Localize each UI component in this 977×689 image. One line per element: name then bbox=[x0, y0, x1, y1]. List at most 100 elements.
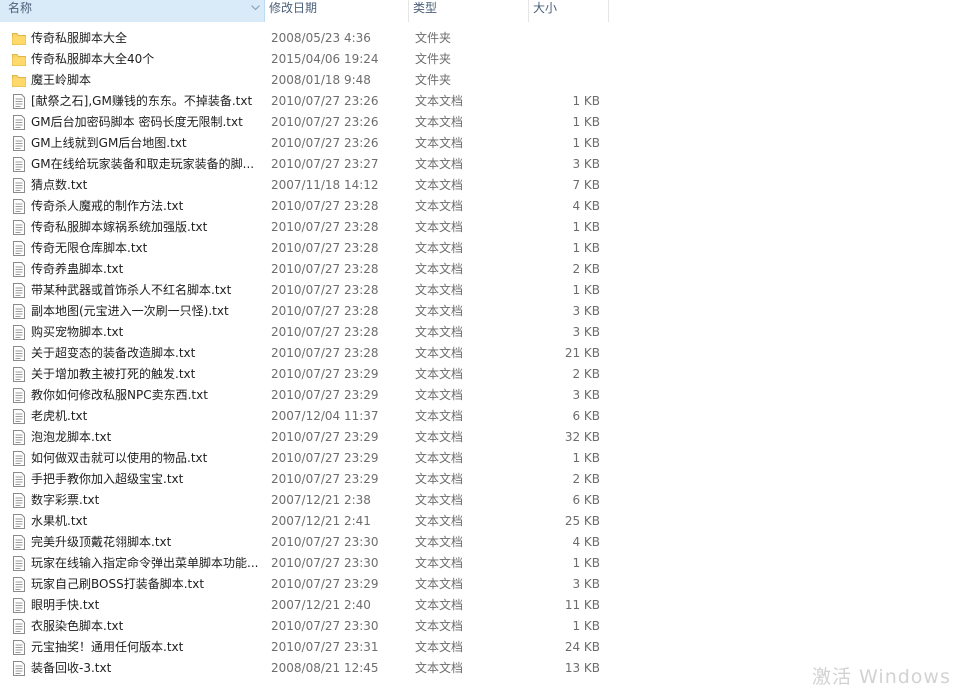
list-item[interactable]: 老虎机.txt 2007/12/04 11:37 文本文档 6 KB bbox=[0, 406, 977, 427]
list-item[interactable]: GM在线给玩家装备和取走玩家装备的脚... 2010/07/27 23:27 文本文… bbox=[0, 154, 977, 175]
file-name: 魔王岭脚本 bbox=[31, 73, 92, 87]
file-type: 文本文档 bbox=[415, 598, 464, 612]
list-item[interactable]: GM上线就到GM后台地图.txt 2010/07/27 23:26 文本文档 1 KB bbox=[0, 133, 977, 154]
file-date: 2010/07/27 23:30 bbox=[271, 535, 379, 549]
file-size: 6 KB bbox=[572, 493, 600, 507]
file-date: 2010/07/27 23:29 bbox=[271, 472, 379, 486]
file-date: 2010/07/27 23:27 bbox=[271, 157, 379, 171]
column-header-name-label: 名称 bbox=[8, 1, 33, 15]
file-size: 11 KB bbox=[564, 598, 600, 612]
text-file-icon bbox=[12, 94, 26, 109]
file-date: 2010/07/27 23:28 bbox=[271, 262, 379, 276]
file-date: 2010/07/27 23:28 bbox=[271, 346, 379, 360]
file-size: 32 KB bbox=[564, 430, 600, 444]
file-type: 文本文档 bbox=[415, 304, 464, 318]
file-size: 1 KB bbox=[572, 283, 600, 297]
text-file-icon bbox=[12, 325, 26, 340]
file-date: 2010/07/27 23:29 bbox=[271, 388, 379, 402]
list-item[interactable]: 玩家在线输入指定命令弹出菜单脚本功能... 2010/07/27 23:30 文本文… bbox=[0, 553, 977, 574]
list-item[interactable]: 传奇无限仓库脚本.txt 2010/07/27 23:28 文本文档 1 KB bbox=[0, 238, 977, 259]
file-type: 文件夹 bbox=[415, 52, 452, 66]
text-file-icon bbox=[12, 472, 26, 487]
folder-icon bbox=[12, 73, 26, 88]
file-type: 文本文档 bbox=[415, 451, 464, 465]
file-name: 如何做双击就可以使用的物品.txt bbox=[31, 451, 208, 465]
file-name: 泡泡龙脚本.txt bbox=[31, 430, 112, 444]
text-file-icon bbox=[12, 304, 26, 319]
text-file-icon bbox=[12, 367, 26, 382]
list-item[interactable]: 眼明手快.txt 2007/12/21 2:40 文本文档 11 KB bbox=[0, 595, 977, 616]
list-item[interactable]: 元宝抽奖！通用任何版本.txt 2010/07/27 23:31 文本文档 24 KB bbox=[0, 637, 977, 658]
file-type: 文本文档 bbox=[415, 430, 464, 444]
file-date: 2010/07/27 23:28 bbox=[271, 283, 379, 297]
file-date: 2010/07/27 23:26 bbox=[271, 94, 379, 108]
list-item[interactable]: 手把手教你加入超级宝宝.txt 2010/07/27 23:29 文本文档 2 KB bbox=[0, 469, 977, 490]
text-file-icon bbox=[12, 430, 26, 445]
list-item[interactable]: 魔王岭脚本 2008/01/18 9:48 文件夹 bbox=[0, 70, 977, 91]
list-item[interactable]: GM后台加密码脚本 密码长度无限制.txt 2010/07/27 23:26 文本文… bbox=[0, 112, 977, 133]
list-item[interactable]: 泡泡龙脚本.txt 2010/07/27 23:29 文本文档 32 KB bbox=[0, 427, 977, 448]
column-header-name[interactable]: 名称 bbox=[0, 0, 265, 22]
list-item[interactable]: 猜点数.txt 2007/11/18 14:12 文本文档 7 KB bbox=[0, 175, 977, 196]
file-size: 1 KB bbox=[572, 220, 600, 234]
file-type: 文本文档 bbox=[415, 262, 464, 276]
list-item[interactable]: 传奇私服脚本大全40个 2015/04/06 19:24 文件夹 bbox=[0, 49, 977, 70]
file-name: 传奇私服脚本嫁祸系统加强版.txt bbox=[31, 220, 208, 234]
file-size: 21 KB bbox=[564, 346, 600, 360]
file-date: 2010/07/27 23:26 bbox=[271, 115, 379, 129]
file-size: 3 KB bbox=[572, 304, 600, 318]
text-file-icon bbox=[12, 409, 26, 424]
list-item[interactable]: 关于增加教主被打死的触发.txt 2010/07/27 23:29 文本文档 2 KB bbox=[0, 364, 977, 385]
list-item[interactable]: 关于超变态的装备改造脚本.txt 2010/07/27 23:28 文本文档 21 K… bbox=[0, 343, 977, 364]
file-name: 手把手教你加入超级宝宝.txt bbox=[31, 472, 184, 486]
file-date: 2010/07/27 23:28 bbox=[271, 199, 379, 213]
list-item[interactable]: 传奇私服脚本大全 2008/05/23 4:36 文件夹 bbox=[0, 28, 977, 49]
list-item[interactable]: 传奇养蛊脚本.txt 2010/07/27 23:28 文本文档 2 KB bbox=[0, 259, 977, 280]
file-size: 1 KB bbox=[572, 451, 600, 465]
list-item[interactable]: 衣服染色脚本.txt 2010/07/27 23:30 文本文档 1 KB bbox=[0, 616, 977, 637]
file-type: 文本文档 bbox=[415, 115, 464, 129]
file-name: 老虎机.txt bbox=[31, 409, 88, 423]
text-file-icon bbox=[12, 661, 26, 676]
text-file-icon bbox=[12, 619, 26, 634]
folder-icon bbox=[12, 52, 26, 67]
text-file-icon bbox=[12, 514, 26, 529]
list-item[interactable]: 带某种武器或首饰杀人不红名脚本.txt 2010/07/27 23:28 文本文档 1… bbox=[0, 280, 977, 301]
file-size: 1 KB bbox=[572, 556, 600, 570]
file-name: 完美升级顶戴花翎脚本.txt bbox=[31, 535, 172, 549]
file-type: 文本文档 bbox=[415, 157, 464, 171]
file-size: 1 KB bbox=[572, 136, 600, 150]
list-item[interactable]: 传奇私服脚本嫁祸系统加强版.txt 2010/07/27 23:28 文本文档 1 K… bbox=[0, 217, 977, 238]
column-header-type[interactable]: 类型 bbox=[409, 0, 529, 22]
file-type: 文本文档 bbox=[415, 325, 464, 339]
file-size: 1 KB bbox=[572, 94, 600, 108]
file-date: 2007/11/18 14:12 bbox=[271, 178, 379, 192]
list-item[interactable]: 水果机.txt 2007/12/21 2:41 文本文档 25 KB bbox=[0, 511, 977, 532]
list-item[interactable]: 教你如何修改私服NPC卖东西.txt 2010/07/27 23:29 文本文档 3 … bbox=[0, 385, 977, 406]
list-item[interactable]: 数字彩票.txt 2007/12/21 2:38 文本文档 6 KB bbox=[0, 490, 977, 511]
column-header-type-label: 类型 bbox=[413, 1, 438, 15]
text-file-icon bbox=[12, 136, 26, 151]
text-file-icon bbox=[12, 493, 26, 508]
file-name: 副本地图(元宝进入一次刷一只怪).txt bbox=[31, 304, 229, 318]
list-item[interactable]: 玩家自己刷BOSS打装备脚本.txt 2010/07/27 23:29 文本文档 3 … bbox=[0, 574, 977, 595]
list-item[interactable]: 副本地图(元宝进入一次刷一只怪).txt 2010/07/27 23:28 文本文档… bbox=[0, 301, 977, 322]
file-name: 衣服染色脚本.txt bbox=[31, 619, 124, 633]
file-type: 文本文档 bbox=[415, 136, 464, 150]
list-item[interactable]: 传奇杀人魔戒的制作方法.txt 2010/07/27 23:28 文本文档 4 KB bbox=[0, 196, 977, 217]
file-name: 元宝抽奖！通用任何版本.txt bbox=[31, 640, 184, 654]
list-item[interactable]: 如何做双击就可以使用的物品.txt 2010/07/27 23:29 文本文档 1 K… bbox=[0, 448, 977, 469]
column-header-size[interactable]: 大小 bbox=[529, 0, 609, 22]
file-type: 文本文档 bbox=[415, 283, 464, 297]
file-type: 文本文档 bbox=[415, 199, 464, 213]
list-item[interactable]: [献祭之石],GM赚钱的东东。不掉装备.txt 2010/07/27 23:26 文… bbox=[0, 91, 977, 112]
text-file-icon bbox=[12, 283, 26, 298]
column-header-date[interactable]: 修改日期 bbox=[265, 0, 409, 22]
file-date: 2010/07/27 23:29 bbox=[271, 451, 379, 465]
list-item[interactable]: 购买宠物脚本.txt 2010/07/27 23:28 文本文档 3 KB bbox=[0, 322, 977, 343]
list-item[interactable]: 完美升级顶戴花翎脚本.txt 2010/07/27 23:30 文本文档 4 KB bbox=[0, 532, 977, 553]
file-name: 关于超变态的装备改造脚本.txt bbox=[31, 346, 196, 360]
file-size: 4 KB bbox=[572, 535, 600, 549]
column-header-bar: 名称 修改日期 类型 大小 bbox=[0, 0, 977, 22]
text-file-icon bbox=[12, 178, 26, 193]
